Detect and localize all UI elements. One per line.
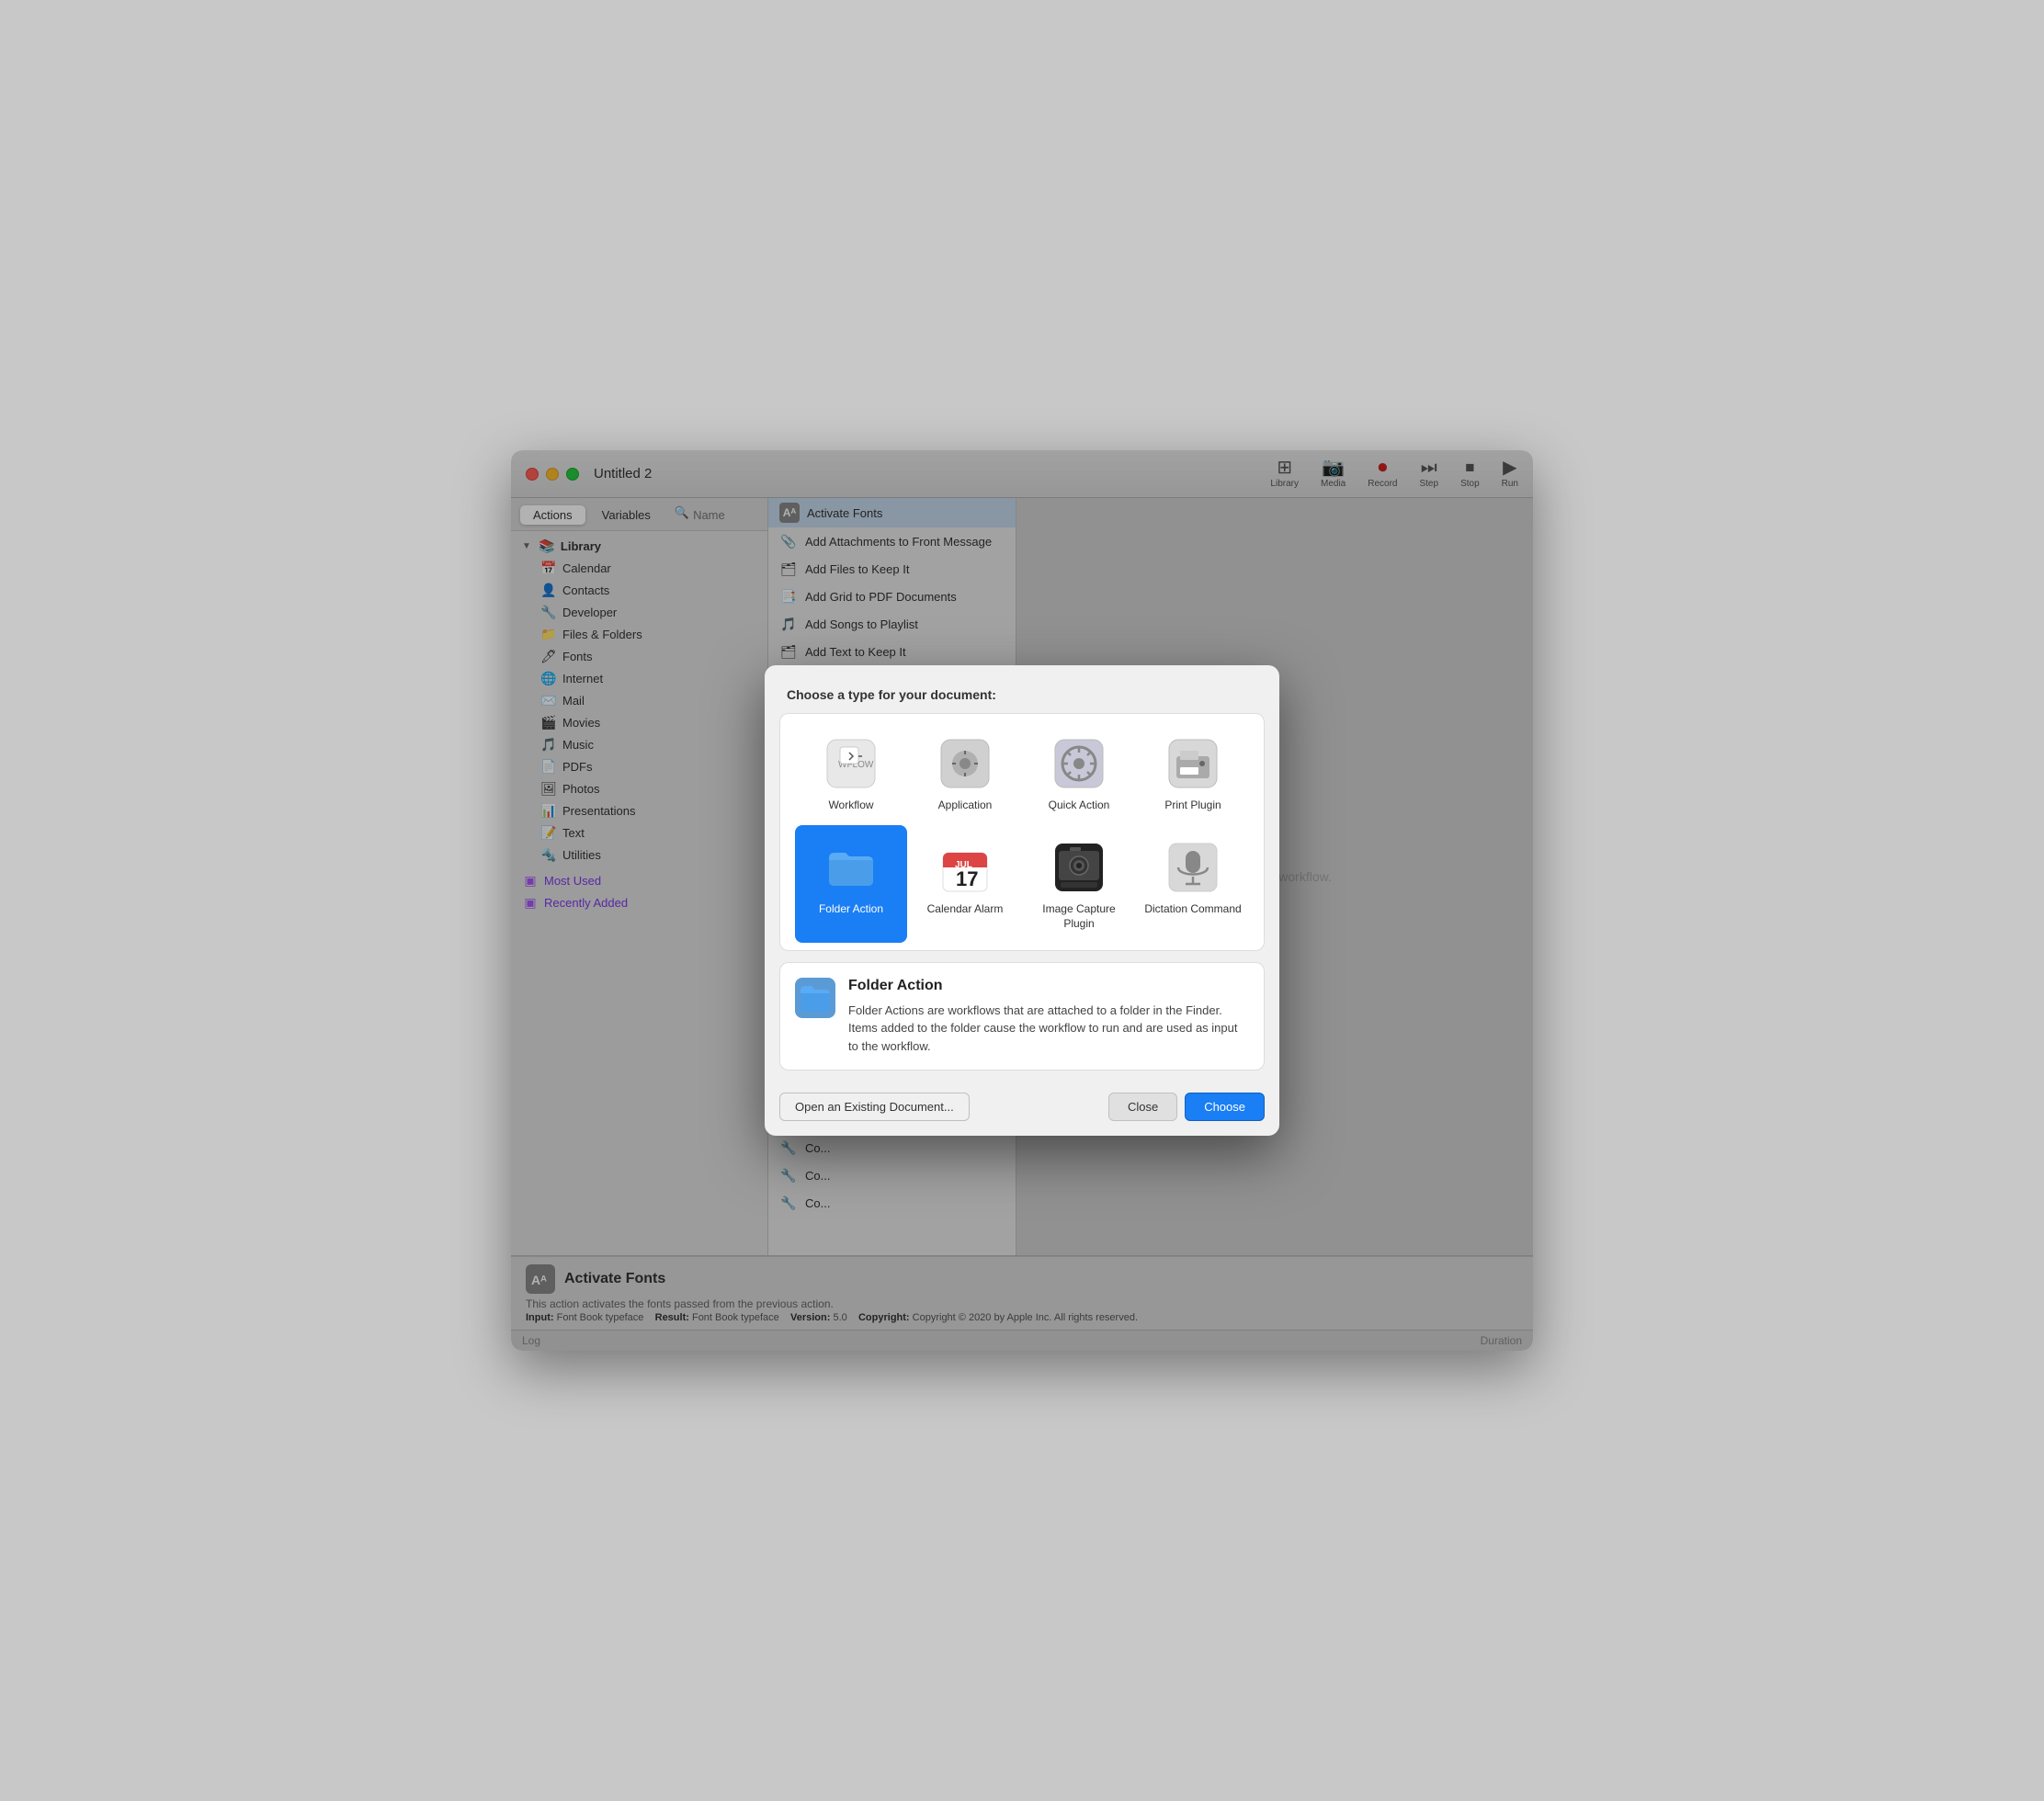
svg-text:17: 17 — [956, 867, 978, 890]
modal-desc-folder-icon — [795, 978, 835, 1018]
modal-item-print-plugin[interactable]: Print Plugin — [1137, 721, 1249, 824]
modal-item-application[interactable]: Application — [909, 721, 1021, 824]
modal-dialog: Choose a type for your document: WFLOW — [765, 665, 1279, 1136]
choose-button[interactable]: Choose — [1185, 1093, 1265, 1121]
folder-action-label: Folder Action — [819, 902, 883, 917]
modal-type-grid: WFLOW Workflow — [779, 713, 1265, 951]
application-icon — [937, 736, 993, 791]
modal-overlay: Choose a type for your document: WFLOW — [511, 450, 1533, 1351]
modal-item-quick-action[interactable]: Quick Action — [1023, 721, 1135, 824]
print-plugin-label: Print Plugin — [1164, 799, 1221, 813]
main-window: Untitled 2 ⊞ Library 📷 Media ⏺ Record ⏭ … — [511, 450, 1533, 1351]
calendar-alarm-label: Calendar Alarm — [927, 902, 1004, 917]
svg-text:JUL: JUL — [955, 860, 972, 870]
close-button[interactable]: Close — [1108, 1093, 1177, 1121]
modal-title: Choose a type for your document: — [765, 665, 1279, 713]
modal-footer: Open an Existing Document... Close Choos… — [765, 1082, 1279, 1136]
workflow-icon: WFLOW — [823, 736, 879, 791]
modal-item-folder-action[interactable]: Folder Action — [795, 825, 907, 942]
print-plugin-icon — [1165, 736, 1221, 791]
application-label: Application — [938, 799, 993, 813]
folder-action-icon — [823, 840, 879, 895]
workflow-label: Workflow — [828, 799, 873, 813]
modal-desc-text: Folder Actions are workflows that are at… — [848, 1002, 1249, 1056]
modal-item-dictation[interactable]: Dictation Command — [1137, 825, 1249, 942]
modal-description-panel: Folder Action Folder Actions are workflo… — [779, 962, 1265, 1071]
modal-desc-title: Folder Action — [848, 978, 1249, 994]
modal-item-calendar-alarm[interactable]: 17 JUL Calendar Alarm — [909, 825, 1021, 942]
quick-action-label: Quick Action — [1049, 799, 1110, 813]
image-capture-icon — [1051, 840, 1107, 895]
calendar-alarm-icon: 17 JUL — [937, 840, 993, 895]
modal-action-buttons: Close Choose — [1108, 1093, 1265, 1121]
dictation-icon — [1165, 840, 1221, 895]
quick-action-icon — [1051, 736, 1107, 791]
modal-item-image-capture[interactable]: Image Capture Plugin — [1023, 825, 1135, 942]
image-capture-label: Image Capture Plugin — [1030, 902, 1128, 931]
modal-item-workflow[interactable]: WFLOW Workflow — [795, 721, 907, 824]
open-existing-button[interactable]: Open an Existing Document... — [779, 1093, 970, 1121]
modal-desc-body: Folder Action Folder Actions are workflo… — [848, 978, 1249, 1056]
dictation-label: Dictation Command — [1144, 902, 1241, 917]
